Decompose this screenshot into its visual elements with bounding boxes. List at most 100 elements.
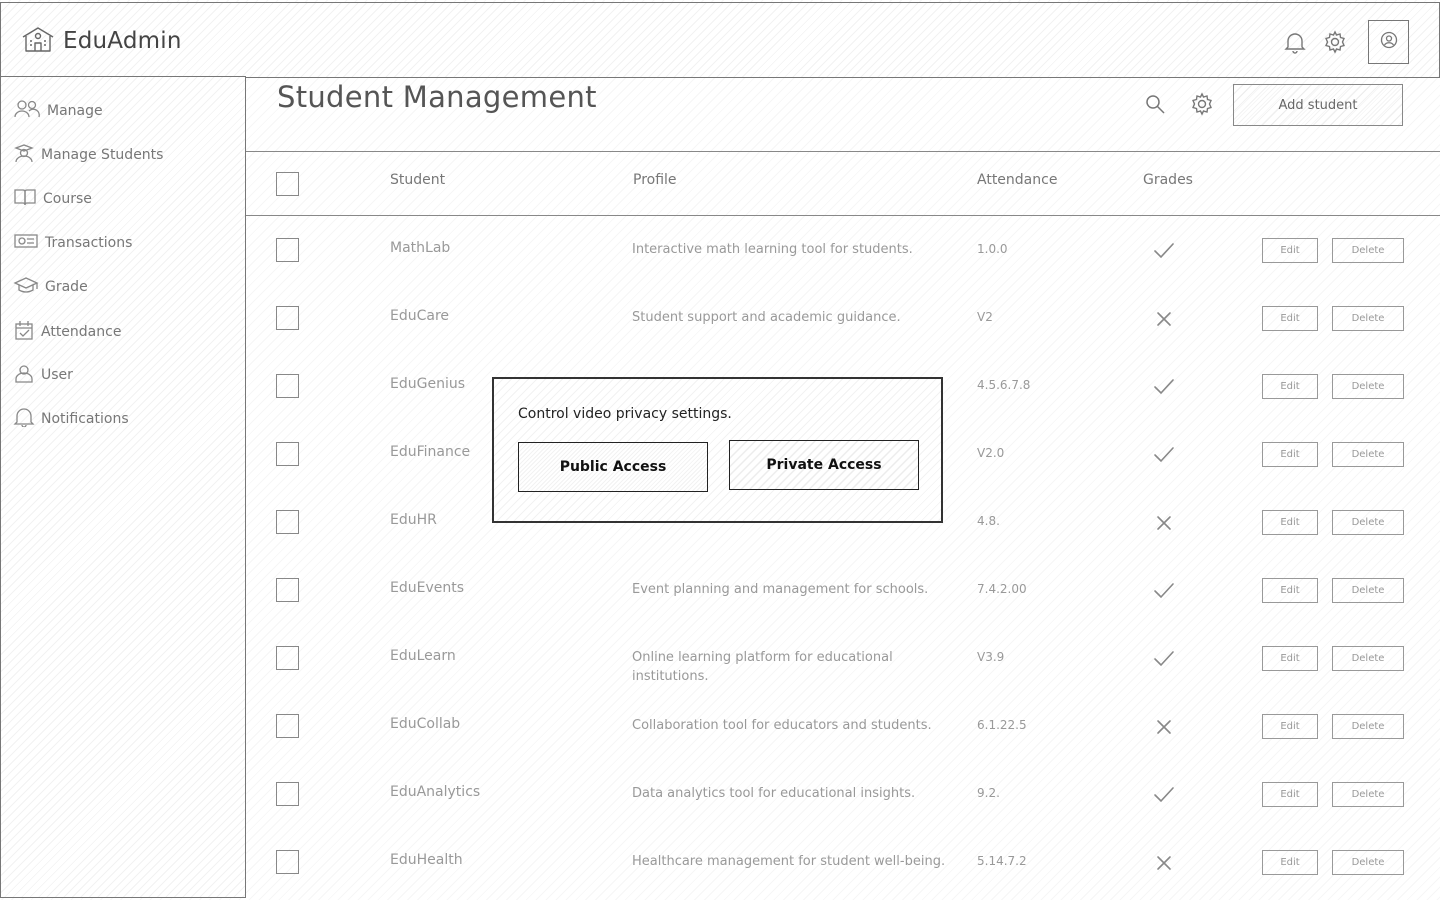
check-icon xyxy=(1151,442,1177,468)
select-all-checkbox[interactable] xyxy=(276,172,299,196)
cross-icon xyxy=(1151,714,1177,740)
bell-icon xyxy=(13,407,35,431)
table-row: MathLab Interactive math learning tool fo… xyxy=(246,216,1440,284)
delete-button[interactable]: Delete xyxy=(1332,782,1404,807)
sidebar: Manage Manage Students Course Transactio… xyxy=(0,76,246,898)
modal-message: Control video privacy settings. xyxy=(518,406,732,422)
edit-button[interactable]: Edit xyxy=(1262,578,1318,603)
student-profile: Data analytics tool for educational insi… xyxy=(632,786,916,801)
book-icon xyxy=(13,187,37,211)
user-icon xyxy=(13,363,35,387)
gear-icon[interactable] xyxy=(1322,29,1348,55)
row-checkbox[interactable] xyxy=(276,510,299,534)
private-access-button[interactable]: Private Access xyxy=(729,440,919,490)
student-profile: Interactive math learning tool for stude… xyxy=(632,242,913,257)
money-icon xyxy=(13,231,39,255)
column-header-student[interactable]: Student xyxy=(390,172,445,188)
column-header-grades[interactable]: Grades xyxy=(1143,172,1193,188)
delete-button[interactable]: Delete xyxy=(1332,442,1404,467)
student-name: EduCollab xyxy=(390,716,461,732)
row-checkbox[interactable] xyxy=(276,374,299,398)
app-name: EduAdmin xyxy=(63,28,182,54)
sidebar-item-course[interactable]: Course xyxy=(13,187,92,211)
sidebar-item-grade[interactable]: Grade xyxy=(13,275,88,299)
column-header-attendance[interactable]: Attendance xyxy=(977,172,1057,188)
student-name: EduHealth xyxy=(390,852,463,868)
student-name: EduEvents xyxy=(390,580,465,596)
delete-button[interactable]: Delete xyxy=(1332,714,1404,739)
edit-button[interactable]: Edit xyxy=(1262,850,1318,875)
sidebar-item-label: Course xyxy=(43,191,92,207)
row-checkbox[interactable] xyxy=(276,442,299,466)
student-profile: Healthcare management for student well-b… xyxy=(632,854,946,869)
edit-button[interactable]: Edit xyxy=(1262,646,1318,671)
student-profile: Event planning and management for school… xyxy=(632,582,929,597)
delete-button[interactable]: Delete xyxy=(1332,306,1404,331)
delete-button[interactable]: Delete xyxy=(1332,646,1404,671)
cross-icon xyxy=(1151,306,1177,332)
attendance-value: 7.4.2.00 xyxy=(977,582,1027,596)
check-icon xyxy=(1151,646,1177,672)
graduation-cap-icon xyxy=(13,275,39,299)
row-checkbox[interactable] xyxy=(276,782,299,806)
cross-icon xyxy=(1151,850,1177,876)
attendance-value: V2.0 xyxy=(977,446,1005,460)
settings-gear-icon[interactable] xyxy=(1189,91,1215,117)
calendar-icon xyxy=(13,319,35,345)
sidebar-item-notifications[interactable]: Notifications xyxy=(13,407,129,431)
attendance-value: V2 xyxy=(977,310,993,324)
sidebar-item-manage-students[interactable]: Manage Students xyxy=(13,143,163,167)
delete-button[interactable]: Delete xyxy=(1332,850,1404,875)
row-checkbox[interactable] xyxy=(276,850,299,874)
public-access-button[interactable]: Public Access xyxy=(518,442,708,492)
column-header-profile[interactable]: Profile xyxy=(633,172,677,188)
row-checkbox[interactable] xyxy=(276,238,299,262)
top-header: EduAdmin xyxy=(0,2,1440,78)
row-checkbox[interactable] xyxy=(276,306,299,330)
delete-button[interactable]: Delete xyxy=(1332,510,1404,535)
users-icon xyxy=(13,99,41,123)
attendance-value: 4.8. xyxy=(977,514,1000,528)
edit-button[interactable]: Edit xyxy=(1262,238,1318,263)
bell-icon[interactable] xyxy=(1282,29,1308,55)
student-profile: Student support and academic guidance. xyxy=(632,310,901,325)
student-icon xyxy=(13,143,35,167)
edit-button[interactable]: Edit xyxy=(1262,442,1318,467)
edit-button[interactable]: Edit xyxy=(1262,714,1318,739)
student-name: EduHR xyxy=(390,512,437,528)
attendance-value: 4.5.6.7.8 xyxy=(977,378,1031,392)
row-checkbox[interactable] xyxy=(276,714,299,738)
check-icon xyxy=(1151,782,1177,808)
app-logo[interactable]: EduAdmin xyxy=(21,25,182,57)
attendance-value: 5.14.7.2 xyxy=(977,854,1027,868)
edit-button[interactable]: Edit xyxy=(1262,306,1318,331)
row-checkbox[interactable] xyxy=(276,578,299,602)
table-row: EduLearn Online learning platform for edu… xyxy=(246,624,1440,692)
sidebar-item-manage[interactable]: Manage xyxy=(13,99,103,123)
edit-button[interactable]: Edit xyxy=(1262,374,1318,399)
delete-button[interactable]: Delete xyxy=(1332,238,1404,263)
add-student-button[interactable]: Add student xyxy=(1233,84,1403,126)
school-icon xyxy=(21,25,55,57)
check-icon xyxy=(1151,238,1177,264)
edit-button[interactable]: Edit xyxy=(1262,782,1318,807)
user-avatar-button[interactable] xyxy=(1368,20,1409,64)
table-row: EduEvents Event planning and management f… xyxy=(246,556,1440,624)
sidebar-item-label: Grade xyxy=(45,279,88,295)
row-checkbox[interactable] xyxy=(276,646,299,670)
sidebar-item-label: Attendance xyxy=(41,324,122,340)
sidebar-item-label: Manage xyxy=(47,103,103,119)
sidebar-item-transactions[interactable]: Transactions xyxy=(13,231,132,255)
sidebar-item-attendance[interactable]: Attendance xyxy=(13,319,121,345)
user-avatar-icon xyxy=(1380,31,1398,53)
table-row: EduCollab Collaboration tool for educator… xyxy=(246,692,1440,760)
search-icon[interactable] xyxy=(1142,91,1168,117)
delete-button[interactable]: Delete xyxy=(1332,578,1404,603)
edit-button[interactable]: Edit xyxy=(1262,510,1318,535)
sidebar-item-user[interactable]: User xyxy=(13,363,73,387)
table-row: EduCare Student support and academic guid… xyxy=(246,284,1440,352)
attendance-value: 1.0.0 xyxy=(977,242,1008,256)
sidebar-item-label: Manage Students xyxy=(41,147,164,163)
delete-button[interactable]: Delete xyxy=(1332,374,1404,399)
student-profile: Collaboration tool for educators and stu… xyxy=(632,718,932,733)
